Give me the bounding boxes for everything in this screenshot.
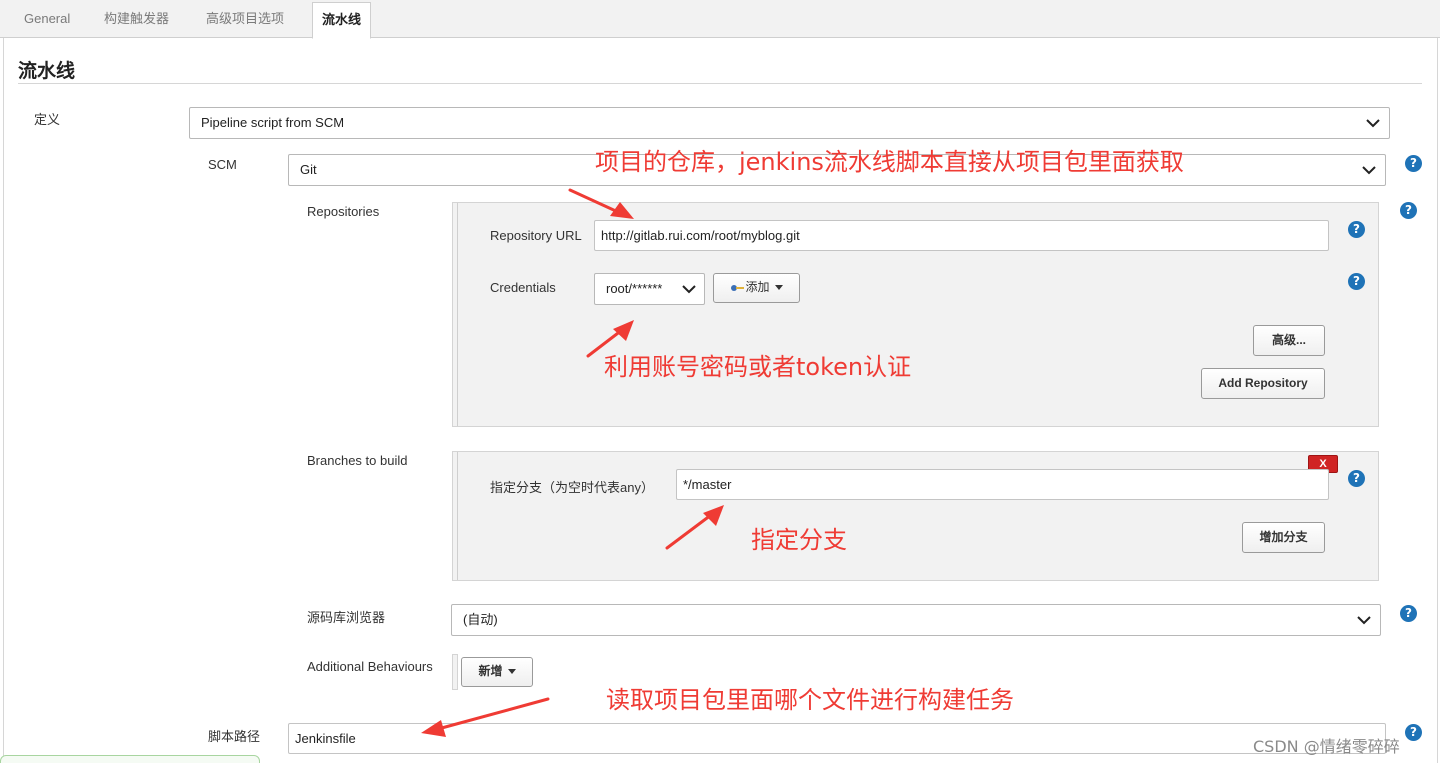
chevron-down-icon bbox=[1357, 616, 1371, 625]
script-path-input[interactable]: Jenkinsfile bbox=[288, 723, 1386, 754]
annotation-credentials: 利用账号密码或者token认证 bbox=[604, 353, 912, 381]
add-credentials-label: 添加 bbox=[745, 280, 770, 294]
watermark: CSDN @情绪零碎碎 bbox=[1253, 737, 1400, 756]
branch-help-icon[interactable]: ? bbox=[1348, 470, 1365, 487]
definition-select[interactable]: Pipeline script from SCM bbox=[189, 107, 1390, 139]
tab-advanced-project-options[interactable]: 高级项目选项 bbox=[206, 0, 284, 38]
scm-select-value: Git bbox=[300, 162, 317, 177]
credentials-select[interactable]: root/****** bbox=[594, 273, 705, 305]
credentials-select-value: root/****** bbox=[606, 281, 663, 296]
section-divider bbox=[18, 83, 1422, 84]
repository-browser-label: 源码库浏览器 bbox=[307, 610, 386, 625]
box-divider bbox=[457, 203, 458, 426]
scm-help-icon[interactable]: ? bbox=[1405, 155, 1422, 172]
scm-label: SCM bbox=[208, 157, 237, 172]
script-path-help-icon[interactable]: ? bbox=[1405, 724, 1422, 741]
repositories-label: Repositories bbox=[307, 204, 380, 219]
add-branch-button[interactable]: 增加分支 bbox=[1242, 522, 1325, 553]
key-icon bbox=[731, 284, 745, 291]
branch-specifier-label: 指定分支（为空时代表any） bbox=[490, 480, 654, 495]
add-behaviour-label: 新增 bbox=[478, 664, 503, 678]
box-divider bbox=[457, 452, 458, 580]
repository-browser-select[interactable]: (自动) bbox=[451, 604, 1381, 636]
repository-browser-value: (自动) bbox=[463, 612, 498, 627]
tab-build-triggers[interactable]: 构建触发器 bbox=[104, 0, 169, 38]
repository-browser-help-icon[interactable]: ? bbox=[1400, 605, 1417, 622]
chevron-down-icon bbox=[1362, 166, 1376, 175]
definition-select-value: Pipeline script from SCM bbox=[201, 115, 345, 130]
tab-pipeline[interactable]: 流水线 bbox=[312, 2, 372, 39]
section-title: 流水线 bbox=[18, 61, 76, 82]
bottom-status-tab bbox=[0, 755, 260, 763]
credentials-label: Credentials bbox=[490, 280, 556, 295]
credentials-help-icon[interactable]: ? bbox=[1348, 273, 1365, 290]
behaviours-box bbox=[452, 654, 458, 690]
branch-specifier-input[interactable]: */master bbox=[676, 469, 1329, 500]
annotation-repo: 项目的仓库，jenkins流水线脚本直接从项目包里面获取 bbox=[595, 148, 1184, 176]
chevron-down-icon bbox=[682, 285, 696, 294]
annotation-script-path: 读取项目包里面哪个文件进行构建任务 bbox=[606, 686, 1014, 714]
advanced-button[interactable]: 高级... bbox=[1253, 325, 1325, 356]
repository-url-help-icon[interactable]: ? bbox=[1348, 221, 1365, 238]
additional-behaviours-label: Additional Behaviours bbox=[307, 659, 433, 674]
repository-url-input[interactable]: http://gitlab.rui.com/root/myblog.git bbox=[594, 220, 1329, 251]
chevron-down-icon bbox=[1366, 119, 1380, 128]
tab-general[interactable]: General bbox=[24, 0, 70, 38]
script-path-label: 脚本路径 bbox=[208, 729, 261, 744]
caret-down-icon bbox=[507, 669, 516, 675]
add-credentials-button[interactable]: 添加 bbox=[713, 273, 800, 303]
annotation-branch: 指定分支 bbox=[751, 526, 847, 554]
definition-label: 定义 bbox=[34, 112, 61, 127]
repository-url-label: Repository URL bbox=[490, 228, 582, 243]
caret-down-icon bbox=[774, 285, 783, 291]
add-behaviour-button[interactable]: 新增 bbox=[461, 657, 533, 687]
branches-label: Branches to build bbox=[307, 453, 408, 468]
tab-bar: General 构建触发器 高级项目选项 流水线 bbox=[0, 0, 1440, 39]
repositories-help-icon[interactable]: ? bbox=[1400, 202, 1417, 219]
add-repository-button[interactable]: Add Repository bbox=[1201, 368, 1325, 399]
